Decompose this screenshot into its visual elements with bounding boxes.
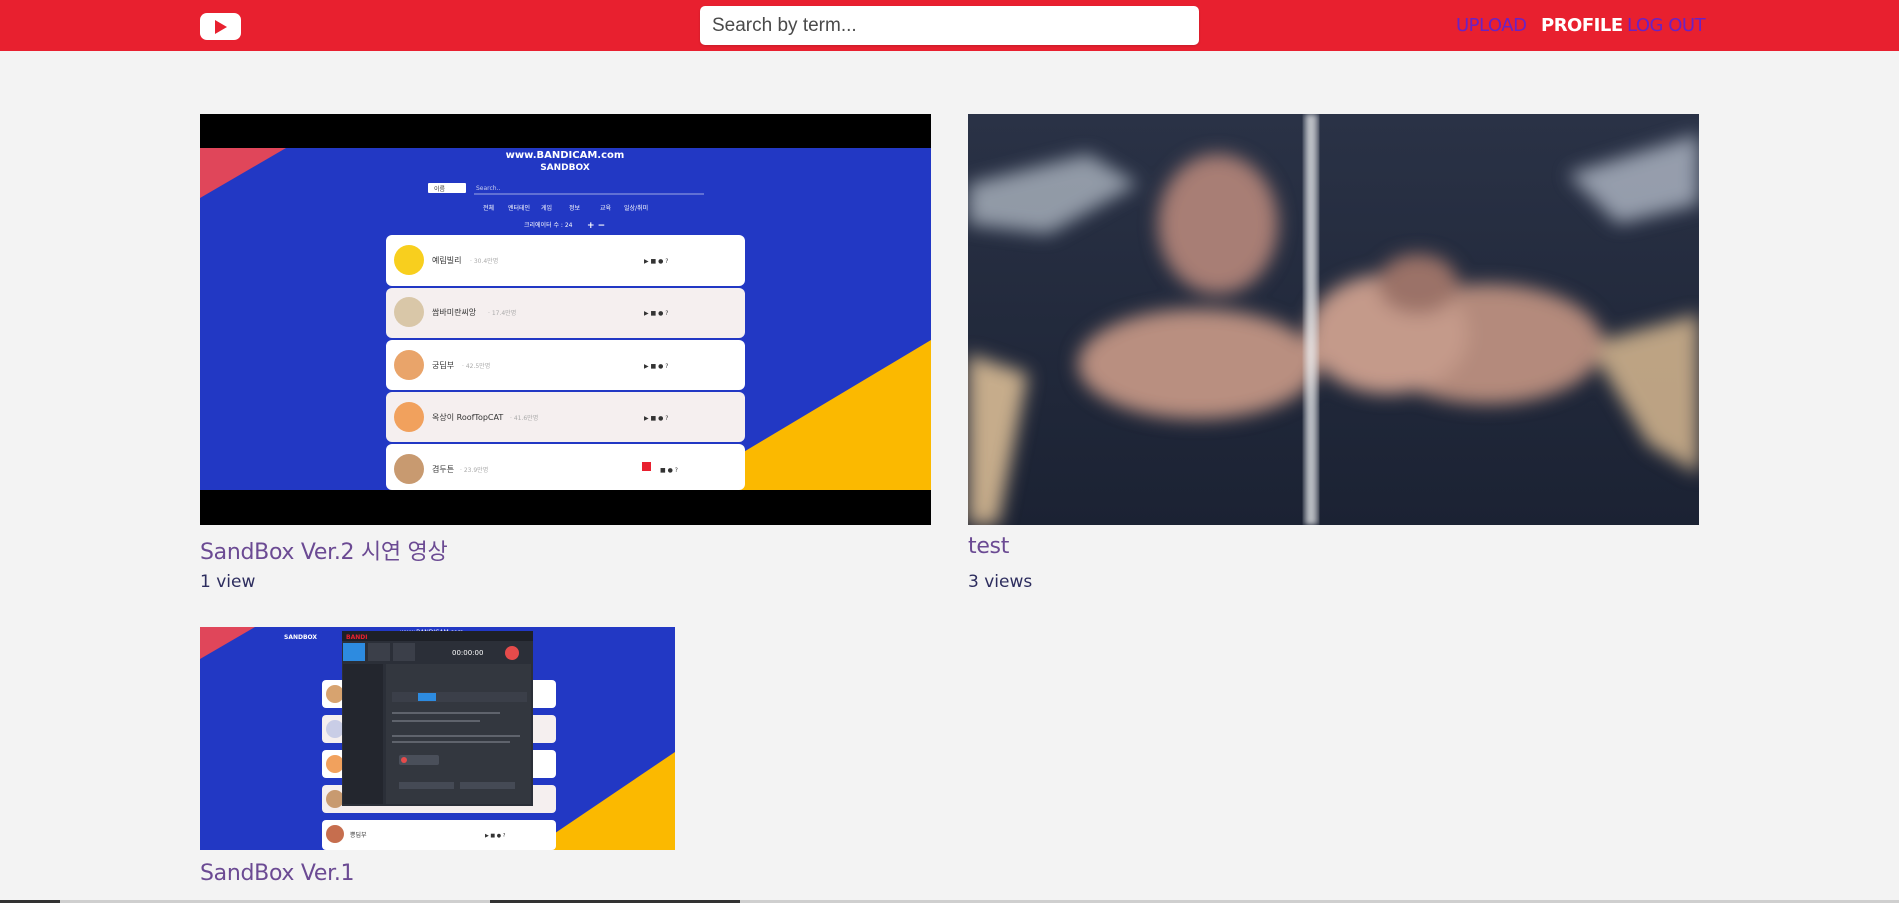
handwashing-frame: [968, 114, 1699, 525]
video-title[interactable]: SandBox Ver.2 시연 영상: [200, 534, 448, 566]
video-card[interactable]: www.BANDICAM.com SANDBOX 이름 Search.. 전체 …: [200, 114, 931, 594]
thumb-row-name: 예림빌리: [432, 255, 461, 265]
sandbox-title: SANDBOX: [540, 163, 590, 173]
thumb-row-name: 쌈바미란씨앙: [432, 307, 477, 317]
search-input[interactable]: [700, 6, 1199, 45]
thumb-row-name: 옥상이 RoofTopCAT: [432, 412, 503, 422]
thumb-category: 정보: [569, 205, 581, 212]
thumb-brand: SANDBOX: [284, 634, 317, 641]
thumb-row-sub: · 41.6만명: [510, 414, 538, 422]
svg-text:▶ ■ ● ?: ▶ ■ ● ?: [644, 258, 668, 265]
thumb-creator-count: 크리에이터 수 : 24: [524, 221, 573, 229]
svg-text:+ −: + −: [587, 221, 605, 231]
thumb-row-sub: · 30.4만명: [470, 257, 498, 265]
video-thumbnail[interactable]: www.BANDICAM.com SANDBOX 이름 Search.. 전체 …: [200, 114, 931, 525]
thumb-search: Search..: [476, 185, 501, 192]
sandbox-v2-screen: www.BANDICAM.com SANDBOX 이름 Search.. 전체 …: [200, 148, 931, 490]
thumb-row: 쌈바미란씨앙 · 17.4만명 ▶ ■ ● ?: [386, 288, 745, 338]
youtube-play-icon[interactable]: [200, 13, 241, 40]
thumb-category: 전체: [483, 204, 494, 212]
logout-link[interactable]: LOG OUT: [1627, 15, 1706, 36]
thumb-row-name: 궁딥부: [432, 360, 454, 370]
svg-text:▶ ■ ● ?: ▶ ■ ● ?: [644, 310, 668, 317]
profile-link[interactable]: PROFILE: [1541, 15, 1623, 36]
thumb-row-name: 겸두튼: [432, 464, 454, 474]
video-title[interactable]: test: [968, 534, 1009, 559]
video-thumbnail[interactable]: [968, 114, 1699, 525]
thumb-select: 이름: [434, 185, 446, 193]
video-views: 1 view: [200, 572, 256, 592]
video-card[interactable]: test 3 views: [968, 114, 1699, 594]
thumb-row-sub: · 42.5만명: [462, 362, 490, 370]
thumb-category: 일상/취미: [624, 204, 648, 212]
sandbox-v1-screen: SANDBOX www.BANDICAM.com 쁭딥부 ▶ ■ ● ? BAN…: [200, 627, 675, 850]
svg-text:▶ ■ ● ?: ▶ ■ ● ?: [644, 415, 668, 422]
thumb-row: 겸두튼 · 23.9만명 ■ ● ?: [386, 444, 745, 490]
thumb-category: 엔터테인: [508, 204, 530, 212]
thumb-category: 게임: [541, 204, 552, 212]
thumb-row: 궁딥부 · 42.5만명 ▶ ■ ● ?: [386, 340, 745, 390]
recording-timer: 00:00:00: [452, 649, 483, 657]
svg-text:BANDI: BANDI: [346, 634, 367, 641]
video-card[interactable]: SANDBOX www.BANDICAM.com 쁭딥부 ▶ ■ ● ? BAN…: [200, 627, 675, 897]
video-title[interactable]: SandBox Ver.1: [200, 861, 355, 886]
svg-text:▶ ■ ● ?: ▶ ■ ● ?: [485, 833, 506, 839]
upload-link[interactable]: UPLOAD: [1456, 15, 1527, 36]
svg-text:■ ● ?: ■ ● ?: [660, 467, 678, 474]
bandicam-watermark: www.BANDICAM.com: [506, 150, 625, 161]
thumb-row-sub: · 23.9만명: [460, 466, 488, 474]
thumb-row: 옥상이 RoofTopCAT · 41.6만명 ▶ ■ ● ?: [386, 392, 745, 442]
thumb-row-name: 쁭딥부: [350, 832, 367, 839]
video-thumbnail[interactable]: SANDBOX www.BANDICAM.com 쁭딥부 ▶ ■ ● ? BAN…: [200, 627, 675, 850]
top-header: UPLOAD PROFILE LOG OUT: [0, 0, 1899, 51]
video-views: 3 views: [968, 572, 1033, 592]
thumb-row: 예림빌리 · 30.4만명 ▶ ■ ● ?: [386, 235, 745, 286]
thumb-row-sub: · 17.4만명: [488, 309, 516, 317]
thumb-category: 교육: [600, 205, 612, 212]
svg-text:▶ ■ ● ?: ▶ ■ ● ?: [644, 363, 668, 370]
